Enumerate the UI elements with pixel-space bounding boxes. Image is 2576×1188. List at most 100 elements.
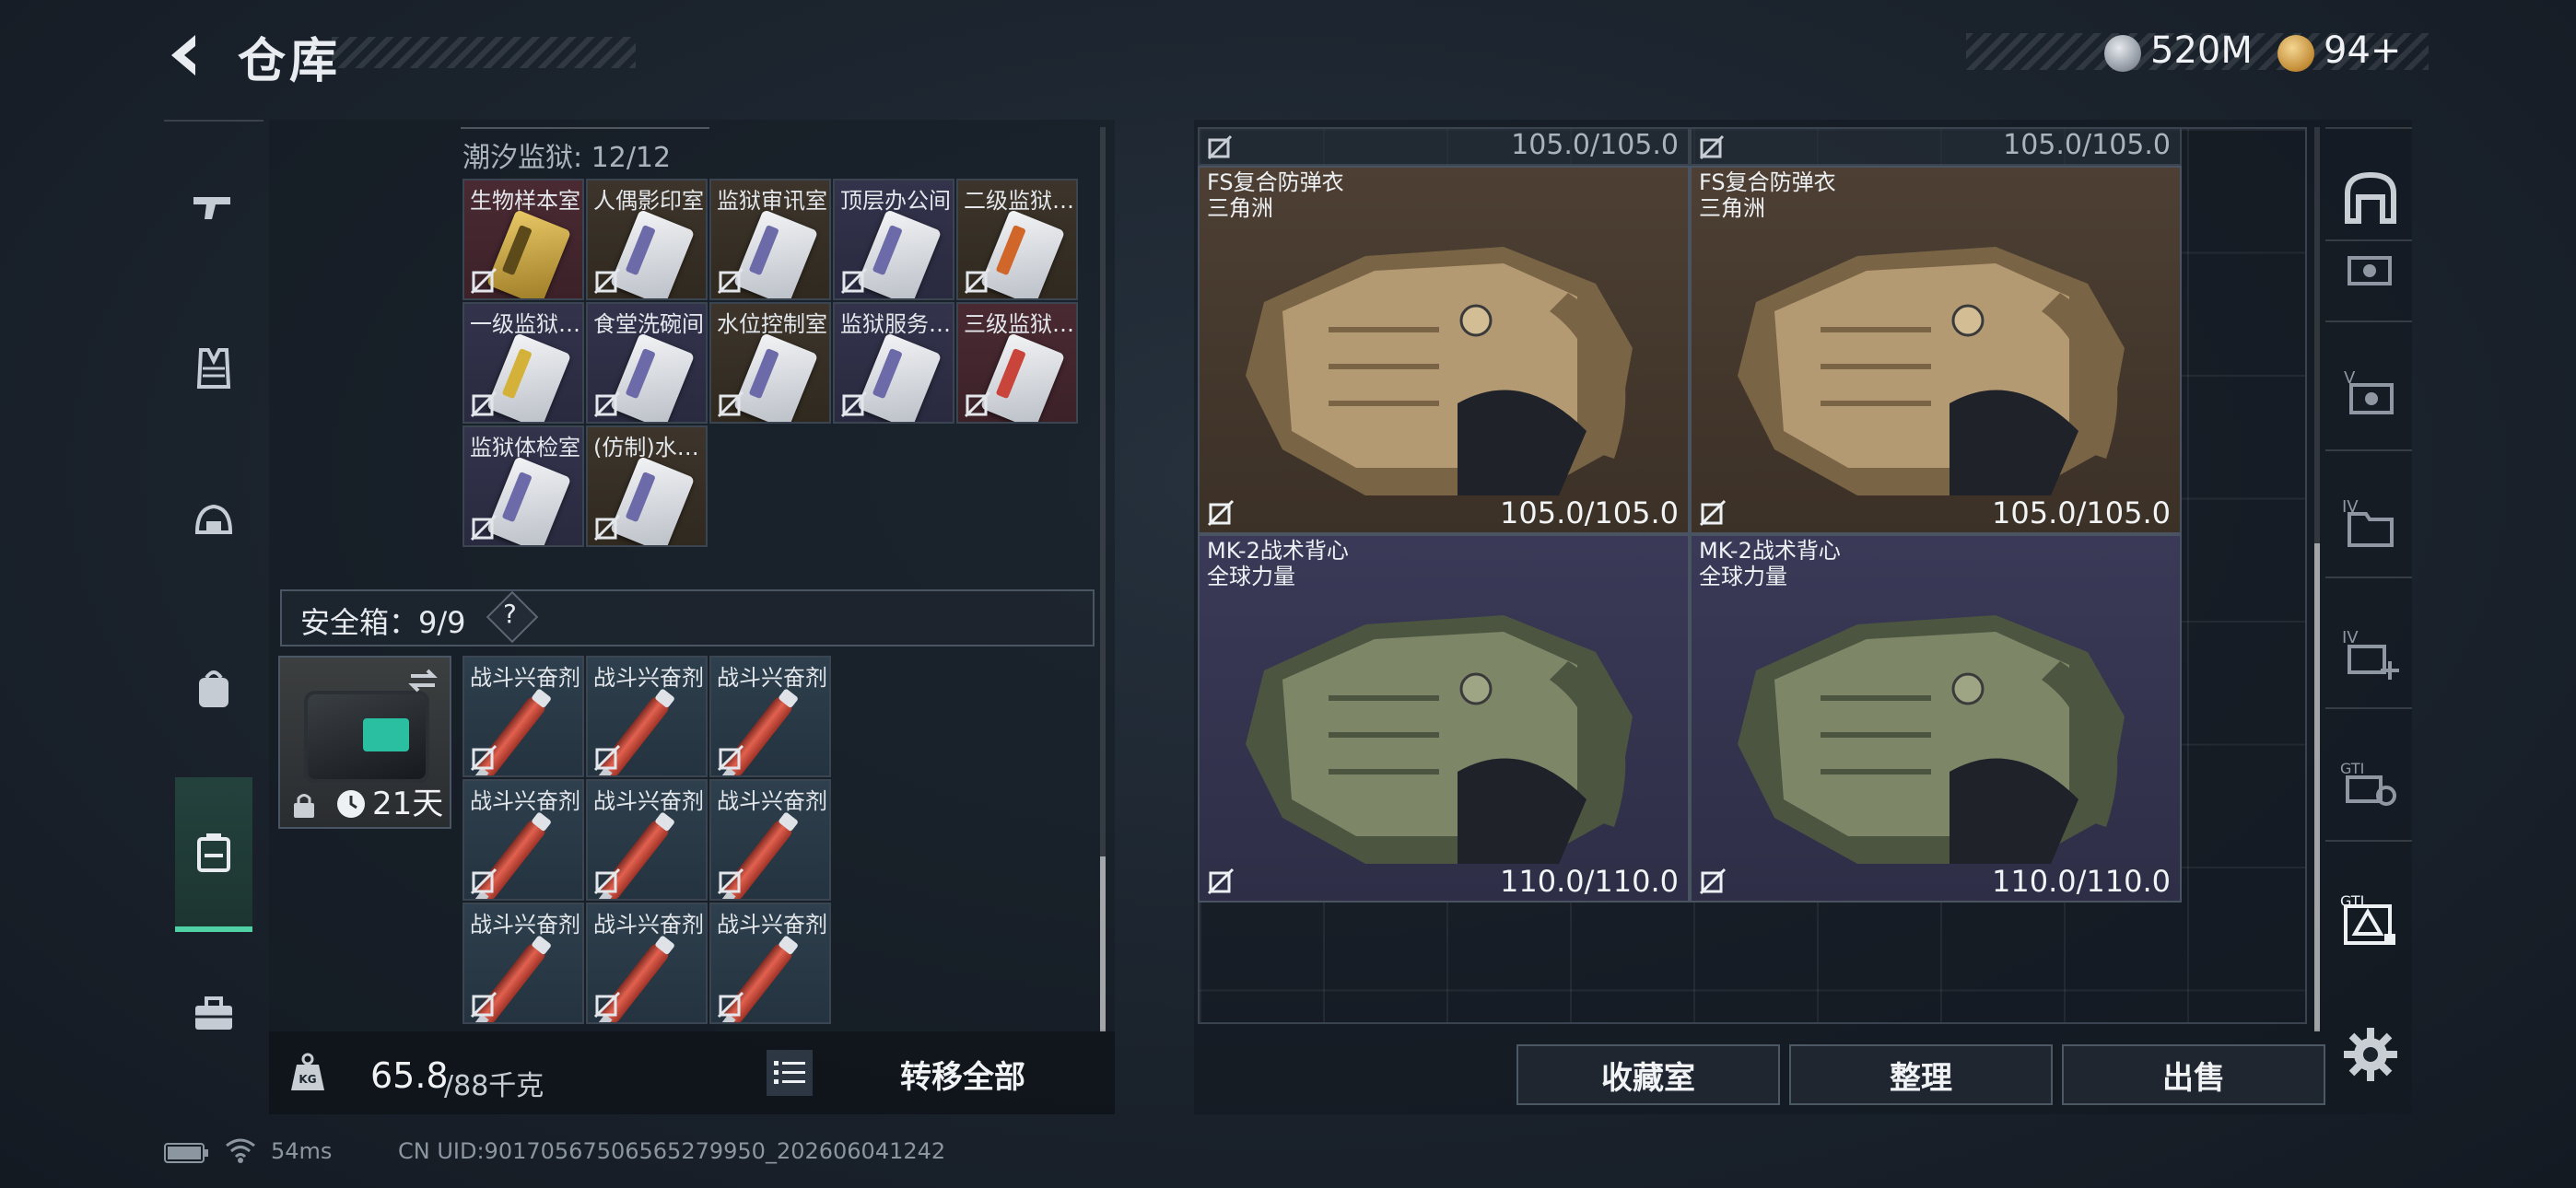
backpack-icon[interactable] <box>173 648 254 729</box>
armor-name-block: FS复合防弹衣 三角洲 <box>1207 169 1344 221</box>
organize-button[interactable]: 整理 <box>1789 1044 2053 1105</box>
storage-tab-gti-icon[interactable]: GTI <box>2338 755 2403 820</box>
item-name: 战斗兴奋剂 <box>717 665 827 691</box>
pistol-icon[interactable] <box>173 166 254 247</box>
armor-name: FS复合防弹衣 <box>1699 169 1836 195</box>
stimulant-item[interactable]: 战斗兴奋剂 <box>709 903 831 1024</box>
section-divider <box>461 127 709 129</box>
keycard-name: 生物样本室 <box>470 188 580 214</box>
no-trade-icon <box>470 514 498 542</box>
weight-current: 65.8 <box>370 1055 449 1096</box>
keycard-item[interactable]: 食堂洗碗间 <box>586 302 708 424</box>
stimulant-item[interactable]: 战斗兴奋剂 <box>463 656 584 777</box>
armor-item[interactable]: FS复合防弹衣 三角洲 105.0/105.0 <box>1198 166 1690 534</box>
no-trade-icon <box>593 991 621 1019</box>
keycard-image <box>609 456 696 545</box>
safebox-item[interactable]: 21天 <box>278 656 451 829</box>
no-trade-icon <box>470 744 498 772</box>
settings-gear-icon[interactable] <box>2338 1022 2403 1087</box>
keycard-item[interactable]: 一级监狱… <box>463 302 584 424</box>
storage-tab-nav: V IV IV GTI GTI <box>2325 120 2412 1114</box>
svg-text:KG: KG <box>299 1073 316 1086</box>
gold-coin-icon <box>2277 35 2314 72</box>
keycard-name: 人偶影印室 <box>593 188 704 214</box>
armor-vest-icon[interactable] <box>173 328 254 409</box>
storage-row-partial[interactable]: 105.0/105.0 <box>1690 127 2182 166</box>
storage-scrollbar-thumb[interactable] <box>2314 543 2320 1031</box>
item-name: 战斗兴奋剂 <box>470 912 580 938</box>
armor-name-block: FS复合防弹衣 三角洲 <box>1699 169 1836 221</box>
storage-tab-gti-active-icon[interactable]: GTI <box>2338 888 2403 952</box>
keycard-item[interactable]: 人偶影印室 <box>586 179 708 300</box>
keycard-image <box>979 209 1066 298</box>
collection-room-button[interactable]: 收藏室 <box>1516 1044 1780 1105</box>
no-trade-icon <box>717 267 744 295</box>
safebox-icon[interactable] <box>175 777 252 932</box>
stash-scrollbar-thumb[interactable] <box>1100 856 1106 1031</box>
item-name: 战斗兴奋剂 <box>593 788 704 814</box>
silver-currency-value[interactable]: 520M <box>2150 29 2253 72</box>
armor-vest-image <box>1246 615 1633 864</box>
keycard-item[interactable]: 监狱体检室 <box>463 425 584 547</box>
stimulant-item[interactable]: 战斗兴奋剂 <box>709 779 831 901</box>
storage-tab-iv-icon[interactable]: IV <box>2338 492 2403 556</box>
armor-vest-image <box>1738 247 2125 495</box>
storage-row-partial[interactable]: 105.0/105.0 <box>1198 127 1690 166</box>
keycard-name: 二级监狱… <box>964 188 1074 214</box>
keycard-item[interactable]: (仿制)水… <box>586 425 708 547</box>
armor-item[interactable]: MK-2战术背心 全球力量 110.0/110.0 <box>1198 534 1690 903</box>
stimulant-item[interactable]: 战斗兴奋剂 <box>463 903 584 1024</box>
swap-icon[interactable] <box>405 663 440 698</box>
clock-icon <box>337 790 365 818</box>
keycard-image <box>856 209 943 298</box>
helmet-icon[interactable] <box>173 483 254 564</box>
armor-durability: 110.0/110.0 <box>1500 864 1679 899</box>
no-trade-icon <box>593 267 621 295</box>
keycard-image <box>609 332 696 422</box>
item-name: 战斗兴奋剂 <box>717 912 827 938</box>
gold-currency-value[interactable]: 94+ <box>2324 29 2401 72</box>
keycard-name: 一级监狱… <box>470 311 580 337</box>
no-trade-icon <box>964 267 991 295</box>
keycard-item[interactable]: 三级监狱… <box>956 302 1078 424</box>
storage-tab-iv-plus-icon[interactable]: IV <box>2338 624 2403 689</box>
network-ping: 54ms <box>271 1138 333 1164</box>
keycard-item[interactable]: 顶层办公间 <box>833 179 954 300</box>
safebox-label: 安全箱：9/9 <box>300 605 466 640</box>
keycard-item[interactable]: 监狱审讯室 <box>709 179 831 300</box>
item-name: 战斗兴奋剂 <box>593 912 704 938</box>
armor-name-block: MK-2战术背心 全球力量 <box>1699 538 1841 589</box>
no-trade-icon <box>593 514 621 542</box>
item-name: 战斗兴奋剂 <box>470 665 580 691</box>
list-icon <box>774 1061 805 1084</box>
prison-section-label: 潮汐监狱: 12/12 <box>463 142 672 174</box>
stimulant-item[interactable]: 战斗兴奋剂 <box>586 903 708 1024</box>
keycard-item[interactable]: 二级监狱… <box>956 179 1078 300</box>
storage-tab-icon[interactable] <box>2338 245 2403 309</box>
no-trade-icon <box>840 267 868 295</box>
back-arrow-icon[interactable] <box>158 28 214 83</box>
storage-tab-v-icon[interactable]: V <box>2338 361 2403 425</box>
no-trade-icon <box>717 390 744 418</box>
sell-button[interactable]: 出售 <box>2062 1044 2325 1105</box>
keycard-item[interactable]: 水位控制室 <box>709 302 831 424</box>
durability-text: 105.0/105.0 <box>1511 129 1679 161</box>
armor-item[interactable]: MK-2战术背心 全球力量 110.0/110.0 <box>1690 534 2182 903</box>
no-trade-icon <box>470 267 498 295</box>
stimulant-item[interactable]: 战斗兴奋剂 <box>586 656 708 777</box>
stimulant-item[interactable]: 战斗兴奋剂 <box>463 779 584 901</box>
home-base-icon[interactable] <box>2338 166 2403 230</box>
stimulant-item[interactable]: 战斗兴奋剂 <box>586 779 708 901</box>
keycard-name: 监狱服务… <box>840 311 951 337</box>
keycard-name: 顶层办公间 <box>840 188 951 214</box>
stimulant-item[interactable]: 战斗兴奋剂 <box>709 656 831 777</box>
keycard-item[interactable]: 生物样本室 <box>463 179 584 300</box>
toolbox-icon[interactable] <box>173 973 254 1054</box>
list-view-button[interactable] <box>767 1050 813 1096</box>
weight-kg-icon: KG <box>291 1053 324 1090</box>
keycard-item[interactable]: 监狱服务… <box>833 302 954 424</box>
transfer-all-button[interactable]: 转移全部 <box>829 1041 1096 1107</box>
left-category-nav <box>164 120 263 1041</box>
armor-item[interactable]: FS复合防弹衣 三角洲 105.0/105.0 <box>1690 166 2182 534</box>
svg-text:IV: IV <box>2342 628 2359 647</box>
